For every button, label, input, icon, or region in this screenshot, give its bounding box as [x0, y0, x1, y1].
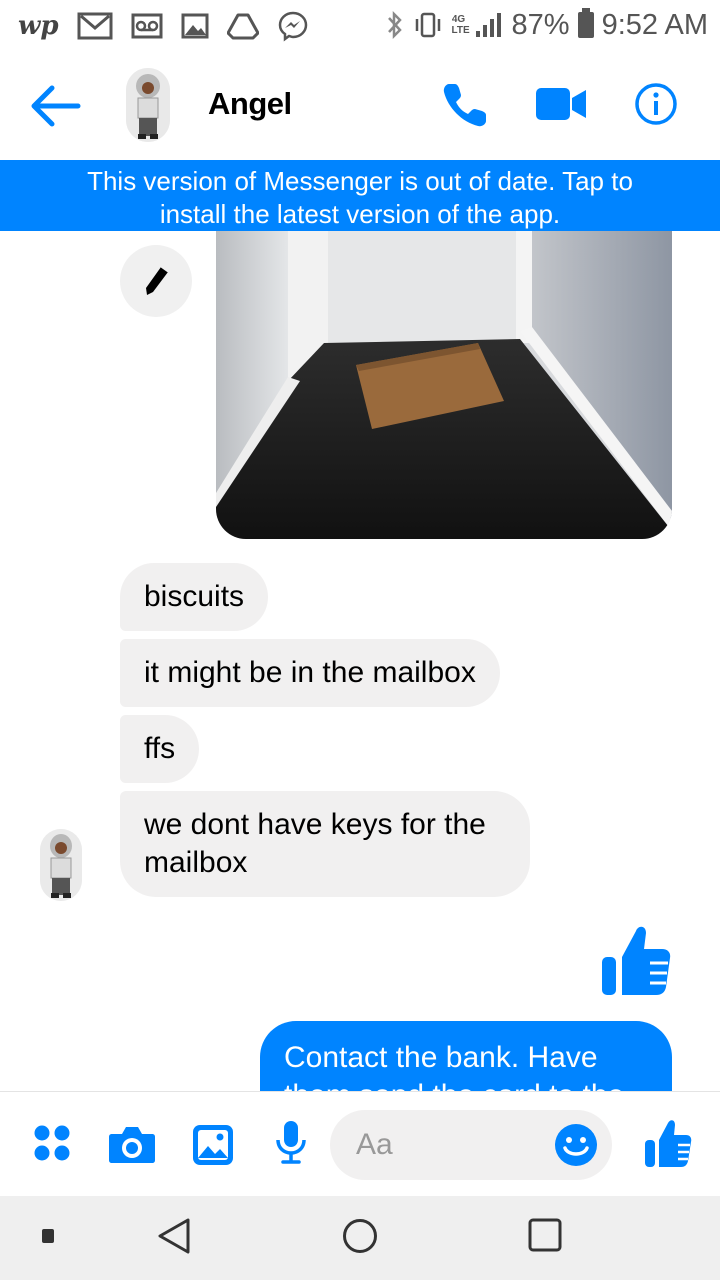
voicemail-icon [131, 13, 163, 39]
nav-back-icon[interactable] [156, 1216, 192, 1256]
back-arrow-icon[interactable] [30, 82, 82, 130]
status-bar: wp 4G LTE 87% 9:52 AM [0, 0, 720, 52]
video-camera-icon[interactable] [536, 86, 588, 122]
battery-percent: 87% [511, 8, 570, 41]
bluetooth-icon [387, 10, 402, 40]
vibrate-icon [415, 12, 440, 38]
incoming-message[interactable]: we dont have keys for the mailbox [120, 791, 530, 897]
messenger-icon [278, 11, 307, 42]
pencil-icon [146, 266, 169, 295]
drive-icon [226, 13, 259, 40]
signal-icon [475, 13, 501, 37]
camera-icon[interactable] [108, 1124, 156, 1164]
nav-home-icon[interactable] [342, 1218, 378, 1254]
gmail-icon [77, 12, 113, 40]
battery-icon [577, 8, 594, 38]
notification-icons: wp [18, 10, 309, 42]
emoji-icon[interactable] [554, 1123, 598, 1167]
system-navigation-bar [0, 1196, 720, 1280]
phone-icon[interactable] [440, 80, 490, 130]
incoming-message[interactable]: ffs [120, 715, 200, 783]
contact-avatar[interactable] [126, 68, 170, 142]
contact-name[interactable]: Angel [208, 86, 292, 122]
message-input-placeholder: Aa [356, 1128, 393, 1161]
edit-photo-button[interactable] [120, 245, 192, 317]
sent-thumbs-up-icon[interactable] [600, 923, 672, 997]
update-banner[interactable]: This version of Messenger is out of date… [0, 160, 720, 231]
nav-recent-apps-icon[interactable] [528, 1218, 562, 1252]
system-icons: 4G LTE 87% 9:52 AM [386, 8, 708, 42]
thumbs-up-icon[interactable] [644, 1118, 692, 1168]
microphone-icon[interactable] [274, 1120, 308, 1164]
image-icon [181, 13, 209, 39]
message-input[interactable]: Aa [330, 1110, 612, 1180]
notification-dot [42, 1229, 54, 1243]
message-list[interactable]: biscuits it might be in the mailbox ffs … [0, 231, 720, 1091]
network-type: 4G LTE [451, 14, 470, 36]
gallery-icon[interactable] [192, 1124, 234, 1166]
info-icon[interactable] [634, 82, 678, 126]
more-options-icon[interactable] [33, 1124, 71, 1162]
conversation-header: Angel [0, 52, 720, 160]
washington-post-icon: wp [18, 11, 59, 41]
shared-photo[interactable] [216, 231, 672, 539]
incoming-message[interactable]: it might be in the mailbox [120, 639, 500, 707]
clock: 9:52 AM [601, 8, 708, 41]
outgoing-message[interactable]: Contact the bank. Have them send the car… [260, 1021, 672, 1091]
sender-avatar[interactable] [40, 829, 82, 901]
incoming-message[interactable]: biscuits [120, 563, 269, 631]
message-composer: Aa [0, 1091, 720, 1196]
